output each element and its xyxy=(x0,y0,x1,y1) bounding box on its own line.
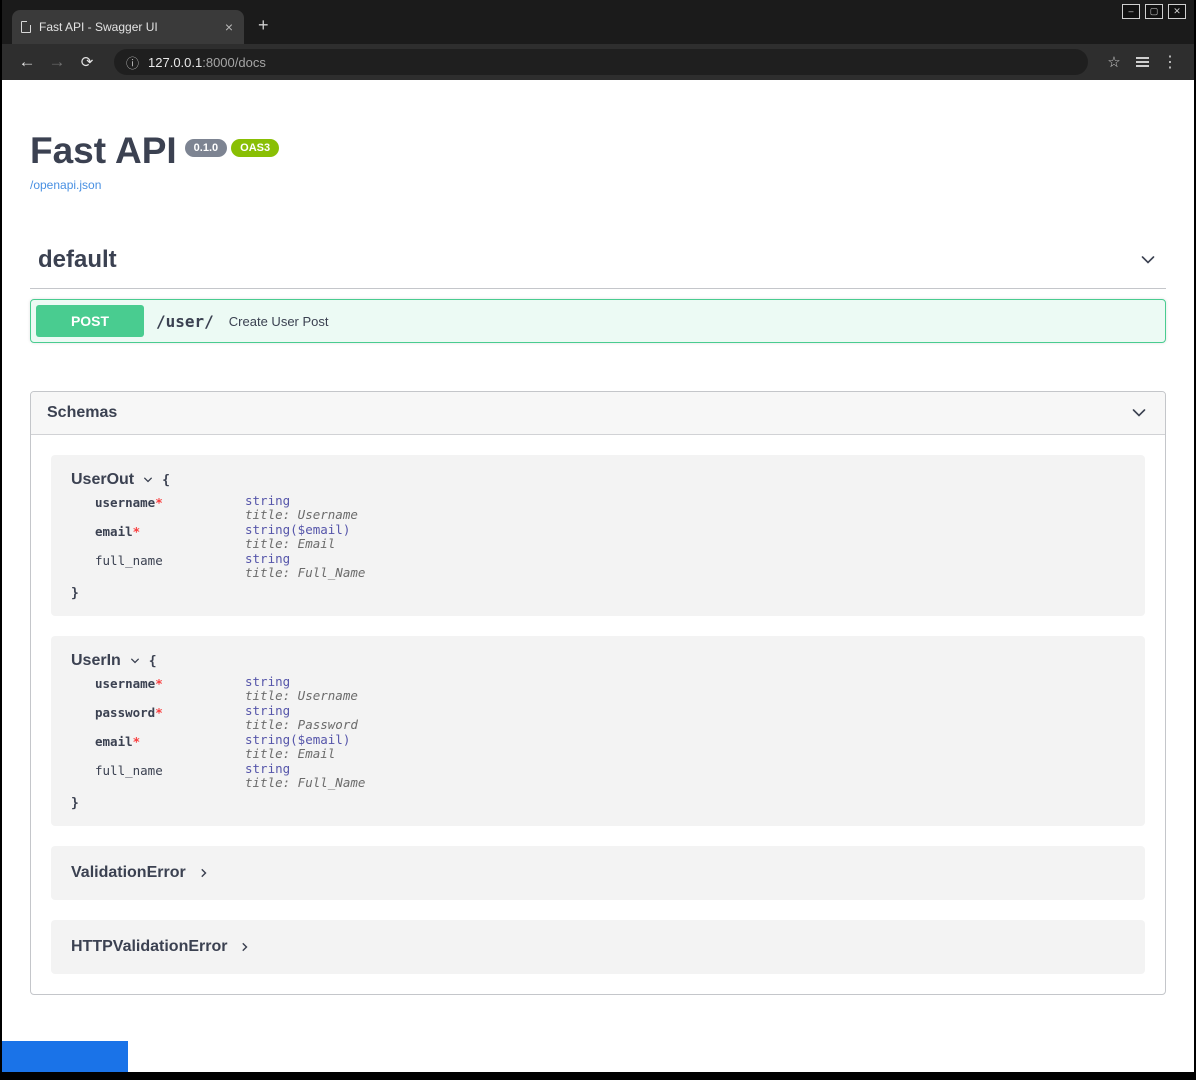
property-type: string xyxy=(245,704,358,718)
chevron-down-icon[interactable] xyxy=(1129,403,1149,423)
tab-close-icon[interactable]: × xyxy=(223,20,235,34)
version-badge: 0.1.0 xyxy=(185,139,227,157)
page-icon xyxy=(21,21,31,33)
schema-property-row: username* stringtitle: Username xyxy=(95,675,1125,703)
chevron-down-icon[interactable] xyxy=(129,655,141,667)
schemas-section: Schemas UserOut { xyxy=(30,391,1166,995)
back-icon[interactable]: ← xyxy=(12,52,42,72)
titlebar: Fast API - Swagger UI × + – ▢ ✕ xyxy=(2,0,1194,44)
property-type: string xyxy=(245,494,358,508)
tag-name: default xyxy=(38,246,117,274)
schema-property-row: full_name stringtitle: Full_Name xyxy=(95,762,1125,790)
open-brace: { xyxy=(149,654,157,669)
property-title: title: Full_Name xyxy=(245,776,365,790)
browser-window: Fast API - Swagger UI × + – ▢ ✕ ← → ⟳ ⓘ … xyxy=(2,0,1194,1080)
maximize-button[interactable]: ▢ xyxy=(1145,4,1163,19)
property-title: title: Username xyxy=(245,689,358,703)
required-marker: * xyxy=(155,495,163,510)
opblock-post-user[interactable]: POST /user/ Create User Post xyxy=(30,299,1166,343)
tab-title: Fast API - Swagger UI xyxy=(39,20,223,34)
schema-property-row: email* string($email)title: Email xyxy=(95,733,1125,761)
apps-icon[interactable] xyxy=(1128,54,1156,71)
oas-badge: OAS3 xyxy=(231,139,279,157)
browser-tab[interactable]: Fast API - Swagger UI × xyxy=(12,10,244,44)
method-badge: POST xyxy=(36,305,144,337)
close-brace: } xyxy=(71,796,79,811)
endpoint-summary: Create User Post xyxy=(229,314,329,329)
property-name: full_name xyxy=(95,552,245,580)
property-type: string($email) xyxy=(245,733,350,747)
property-title: title: Username xyxy=(245,508,358,522)
schema-property-row: username* stringtitle: Username xyxy=(95,494,1125,522)
schema-property-row: password* stringtitle: Password xyxy=(95,704,1125,732)
property-type: string xyxy=(245,762,365,776)
url-path: :8000/docs xyxy=(202,55,266,70)
chevron-down-icon[interactable] xyxy=(142,474,154,486)
property-type: string xyxy=(245,675,358,689)
model-name[interactable]: HTTPValidationError xyxy=(71,938,227,956)
status-bubble xyxy=(2,1041,128,1072)
schema-property-row: full_name stringtitle: Full_Name xyxy=(95,552,1125,580)
required-marker: * xyxy=(155,676,163,691)
schema-property-row: email* string($email)title: Email xyxy=(95,523,1125,551)
url-host: 127.0.0.1 xyxy=(148,55,202,70)
schemas-header[interactable]: Schemas xyxy=(31,392,1165,435)
openapi-spec-link[interactable]: /openapi.json xyxy=(30,178,1166,192)
property-title: title: Email xyxy=(245,537,350,551)
reload-icon[interactable]: ⟳ xyxy=(72,53,102,71)
property-type: string($email) xyxy=(245,523,350,537)
api-title: Fast API xyxy=(30,130,177,171)
bookmark-star-icon[interactable]: ☆ xyxy=(1100,53,1128,71)
browser-menu-icon[interactable]: ⋮ xyxy=(1156,52,1184,72)
property-name: email* xyxy=(95,523,245,551)
property-name: username* xyxy=(95,494,245,522)
model-name[interactable]: ValidationError xyxy=(71,864,186,882)
chevron-right-icon[interactable] xyxy=(198,867,210,879)
model-name[interactable]: UserIn xyxy=(71,652,121,670)
required-marker: * xyxy=(133,524,141,539)
apps-icon-glyph xyxy=(1136,61,1149,63)
property-name: password* xyxy=(95,704,245,732)
chevron-right-icon[interactable] xyxy=(239,941,251,953)
property-title: title: Full_Name xyxy=(245,566,365,580)
forward-icon: → xyxy=(42,52,72,72)
url-text[interactable]: 127.0.0.1:8000/docs xyxy=(148,55,266,70)
tag-header[interactable]: default xyxy=(30,238,1166,289)
property-name: email* xyxy=(95,733,245,761)
open-brace: { xyxy=(162,473,170,488)
close-button[interactable]: ✕ xyxy=(1168,4,1186,19)
schema-model-httpvalidationerror[interactable]: HTTPValidationError xyxy=(51,920,1145,974)
schema-model-validationerror[interactable]: ValidationError xyxy=(51,846,1145,900)
endpoint-path: /user/ xyxy=(156,312,214,331)
property-title: title: Email xyxy=(245,747,350,761)
url-bar[interactable]: ⓘ 127.0.0.1:8000/docs xyxy=(114,49,1088,75)
close-brace: } xyxy=(71,586,79,601)
chevron-down-icon[interactable] xyxy=(1138,250,1158,270)
schema-model-userin: UserIn { username* stringtitle: Username… xyxy=(51,636,1145,826)
property-title: title: Password xyxy=(245,718,358,732)
browser-toolbar: ← → ⟳ ⓘ 127.0.0.1:8000/docs ☆ ⋮ xyxy=(2,44,1194,80)
required-marker: * xyxy=(155,705,163,720)
schema-model-userout: UserOut { username* stringtitle: Usernam… xyxy=(51,455,1145,616)
property-type: string xyxy=(245,552,365,566)
property-name: full_name xyxy=(95,762,245,790)
api-info: Fast API 0.1.0OAS3 /openapi.json xyxy=(30,80,1166,192)
window-controls: – ▢ ✕ xyxy=(1122,4,1186,19)
model-name[interactable]: UserOut xyxy=(71,471,134,489)
required-marker: * xyxy=(133,734,141,749)
minimize-button[interactable]: – xyxy=(1122,4,1140,19)
schemas-title: Schemas xyxy=(47,404,117,422)
site-info-icon[interactable]: ⓘ xyxy=(126,53,139,72)
property-name: username* xyxy=(95,675,245,703)
tag-section-default: default POST /user/ Create User Post xyxy=(30,238,1166,343)
new-tab-button[interactable]: + xyxy=(258,16,269,34)
swagger-page: Fast API 0.1.0OAS3 /openapi.json default … xyxy=(2,80,1194,1072)
